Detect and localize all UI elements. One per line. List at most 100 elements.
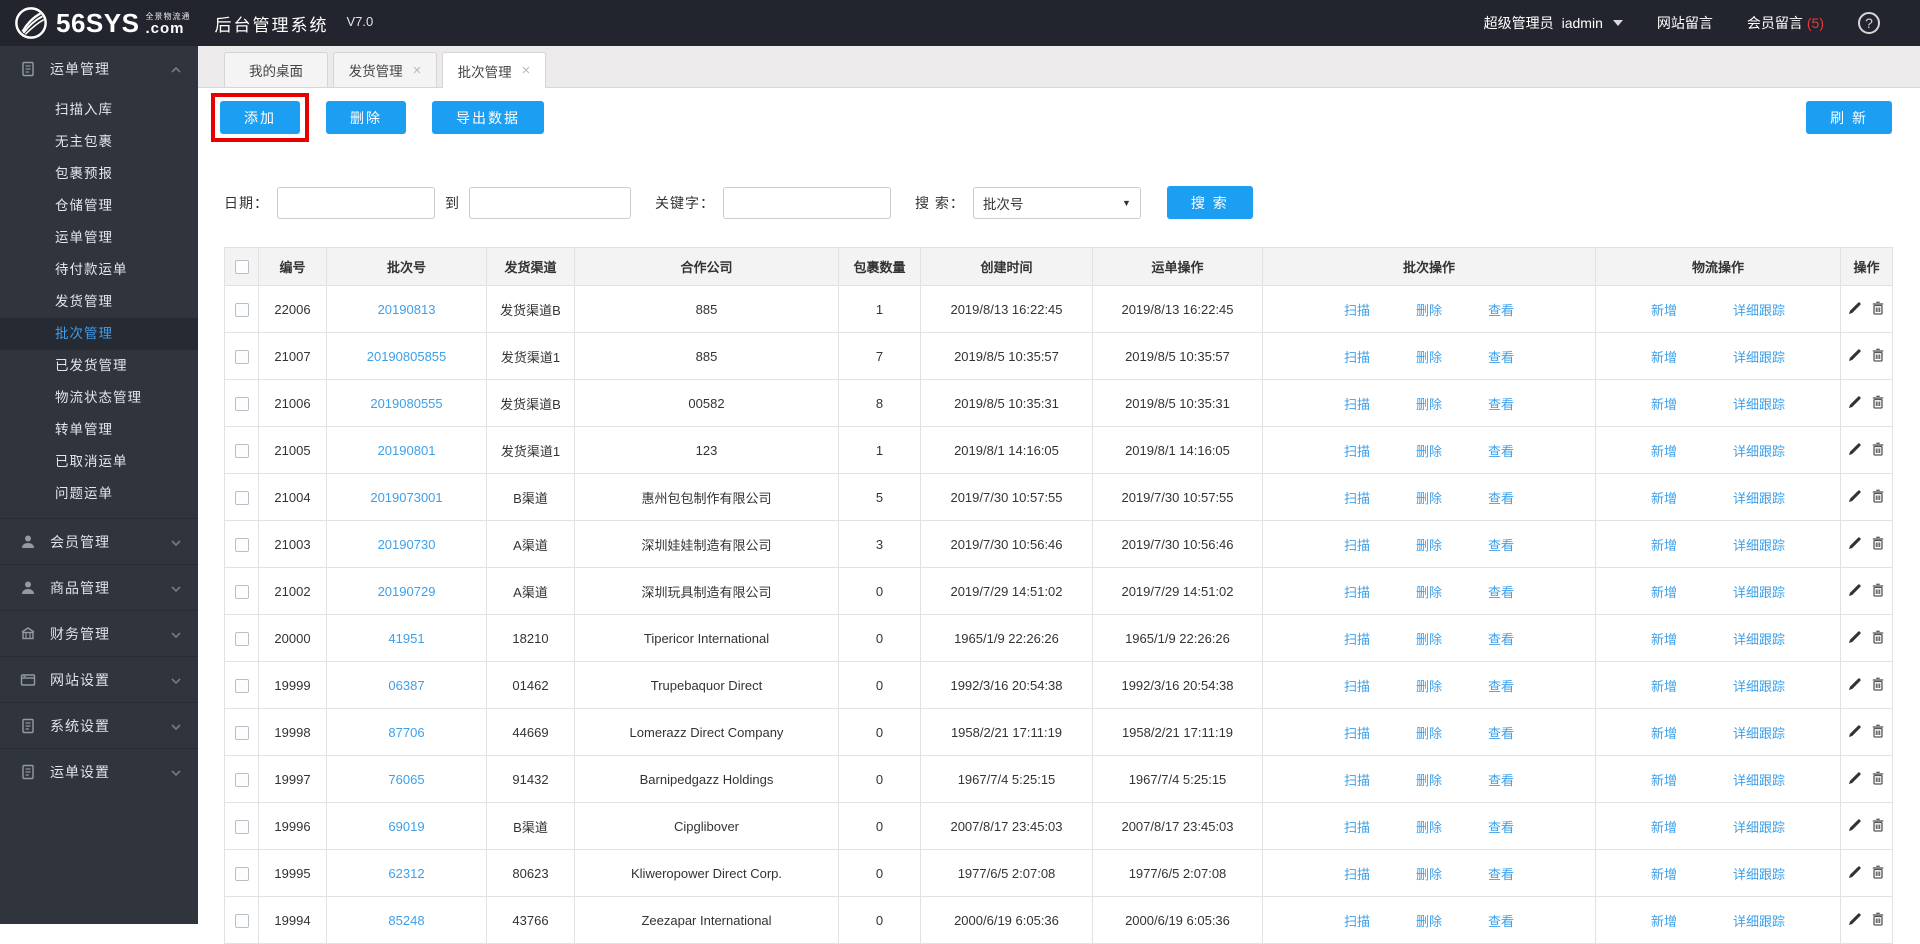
search-button[interactable]: 搜 索 (1167, 186, 1253, 219)
logistics-add-link[interactable]: 新增 (1651, 864, 1677, 883)
sidebar-group-运单设置[interactable]: 运单设置 (0, 748, 198, 794)
export-button[interactable]: 导出数据 (432, 101, 544, 134)
logistics-track-link[interactable]: 详细跟踪 (1733, 911, 1785, 930)
delete-icon[interactable] (1871, 677, 1885, 691)
logistics-track-link[interactable]: 详细跟踪 (1733, 394, 1785, 413)
delete-icon[interactable] (1871, 912, 1885, 926)
batch-scan-link[interactable]: 扫描 (1344, 911, 1370, 930)
edit-icon[interactable] (1848, 724, 1862, 738)
sidebar-group-会员管理[interactable]: 会员管理 (0, 518, 198, 564)
batch-view-link[interactable]: 查看 (1488, 300, 1514, 319)
logistics-track-link[interactable]: 详细跟踪 (1733, 629, 1785, 648)
batch-no-link[interactable]: 41951 (388, 631, 424, 646)
batch-delete-link[interactable]: 删除 (1416, 770, 1442, 789)
batch-delete-link[interactable]: 删除 (1416, 817, 1442, 836)
date-to-input[interactable] (469, 187, 631, 219)
logistics-add-link[interactable]: 新增 (1651, 817, 1677, 836)
batch-view-link[interactable]: 查看 (1488, 723, 1514, 742)
sidebar-item-运单管理[interactable]: 运单管理 (0, 222, 198, 254)
batch-scan-link[interactable]: 扫描 (1344, 864, 1370, 883)
row-checkbox[interactable] (235, 726, 249, 740)
sidebar-item-物流状态管理[interactable]: 物流状态管理 (0, 382, 198, 414)
logistics-track-link[interactable]: 详细跟踪 (1733, 770, 1785, 789)
row-checkbox[interactable] (235, 867, 249, 881)
sidebar-group-财务管理[interactable]: 财务管理 (0, 610, 198, 656)
batch-delete-link[interactable]: 删除 (1416, 394, 1442, 413)
batch-no-link[interactable]: 85248 (388, 913, 424, 928)
edit-icon[interactable] (1848, 348, 1862, 362)
delete-icon[interactable] (1871, 724, 1885, 738)
batch-no-link[interactable]: 2019080555 (370, 396, 442, 411)
sidebar-group-运单管理[interactable]: 运单管理 (0, 46, 198, 92)
batch-scan-link[interactable]: 扫描 (1344, 770, 1370, 789)
delete-icon[interactable] (1871, 348, 1885, 362)
edit-icon[interactable] (1848, 865, 1862, 879)
logistics-add-link[interactable]: 新增 (1651, 347, 1677, 366)
logistics-add-link[interactable]: 新增 (1651, 300, 1677, 319)
tab-发货管理[interactable]: 发货管理× (333, 52, 437, 87)
row-checkbox[interactable] (235, 914, 249, 928)
delete-icon[interactable] (1871, 442, 1885, 456)
logistics-track-link[interactable]: 详细跟踪 (1733, 817, 1785, 836)
batch-delete-link[interactable]: 删除 (1416, 864, 1442, 883)
batch-view-link[interactable]: 查看 (1488, 347, 1514, 366)
tab-批次管理[interactable]: 批次管理× (442, 52, 546, 88)
batch-delete-link[interactable]: 删除 (1416, 911, 1442, 930)
logistics-add-link[interactable]: 新增 (1651, 911, 1677, 930)
delete-icon[interactable] (1871, 301, 1885, 315)
edit-icon[interactable] (1848, 395, 1862, 409)
batch-no-link[interactable]: 69019 (388, 819, 424, 834)
row-checkbox[interactable] (235, 773, 249, 787)
sidebar-item-已发货管理[interactable]: 已发货管理 (0, 350, 198, 382)
edit-icon[interactable] (1848, 489, 1862, 503)
delete-icon[interactable] (1871, 865, 1885, 879)
sidebar-item-包裹预报[interactable]: 包裹预报 (0, 158, 198, 190)
row-checkbox[interactable] (235, 350, 249, 364)
delete-icon[interactable] (1871, 818, 1885, 832)
batch-view-link[interactable]: 查看 (1488, 629, 1514, 648)
batch-no-link[interactable]: 20190730 (378, 537, 436, 552)
batch-view-link[interactable]: 查看 (1488, 817, 1514, 836)
batch-scan-link[interactable]: 扫描 (1344, 394, 1370, 413)
tab-close-icon[interactable]: × (522, 63, 531, 78)
batch-delete-link[interactable]: 删除 (1416, 347, 1442, 366)
sidebar-item-转单管理[interactable]: 转单管理 (0, 414, 198, 446)
row-checkbox[interactable] (235, 303, 249, 317)
batch-scan-link[interactable]: 扫描 (1344, 582, 1370, 601)
logistics-add-link[interactable]: 新增 (1651, 394, 1677, 413)
sidebar-item-批次管理[interactable]: 批次管理 (0, 318, 198, 350)
row-checkbox[interactable] (235, 679, 249, 693)
batch-no-link[interactable]: 20190805855 (367, 349, 447, 364)
batch-view-link[interactable]: 查看 (1488, 394, 1514, 413)
batch-scan-link[interactable]: 扫描 (1344, 676, 1370, 695)
row-checkbox[interactable] (235, 538, 249, 552)
member-messages-link[interactable]: 会员留言(5) (1747, 13, 1824, 33)
delete-icon[interactable] (1871, 630, 1885, 644)
batch-view-link[interactable]: 查看 (1488, 864, 1514, 883)
logistics-add-link[interactable]: 新增 (1651, 488, 1677, 507)
logistics-track-link[interactable]: 详细跟踪 (1733, 676, 1785, 695)
batch-no-link[interactable]: 76065 (388, 772, 424, 787)
site-messages-link[interactable]: 网站留言 (1657, 13, 1713, 33)
delete-icon[interactable] (1871, 536, 1885, 550)
edit-icon[interactable] (1848, 677, 1862, 691)
logistics-track-link[interactable]: 详细跟踪 (1733, 347, 1785, 366)
batch-no-link[interactable]: 20190729 (378, 584, 436, 599)
batch-scan-link[interactable]: 扫描 (1344, 817, 1370, 836)
batch-delete-link[interactable]: 删除 (1416, 300, 1442, 319)
logistics-add-link[interactable]: 新增 (1651, 629, 1677, 648)
row-checkbox[interactable] (235, 632, 249, 646)
logistics-add-link[interactable]: 新增 (1651, 441, 1677, 460)
batch-view-link[interactable]: 查看 (1488, 770, 1514, 789)
logistics-add-link[interactable]: 新增 (1651, 535, 1677, 554)
batch-no-link[interactable]: 87706 (388, 725, 424, 740)
batch-no-link[interactable]: 2019073001 (370, 490, 442, 505)
batch-delete-link[interactable]: 删除 (1416, 535, 1442, 554)
batch-scan-link[interactable]: 扫描 (1344, 723, 1370, 742)
batch-delete-link[interactable]: 删除 (1416, 723, 1442, 742)
batch-scan-link[interactable]: 扫描 (1344, 441, 1370, 460)
logistics-track-link[interactable]: 详细跟踪 (1733, 300, 1785, 319)
edit-icon[interactable] (1848, 771, 1862, 785)
batch-scan-link[interactable]: 扫描 (1344, 629, 1370, 648)
delete-icon[interactable] (1871, 771, 1885, 785)
